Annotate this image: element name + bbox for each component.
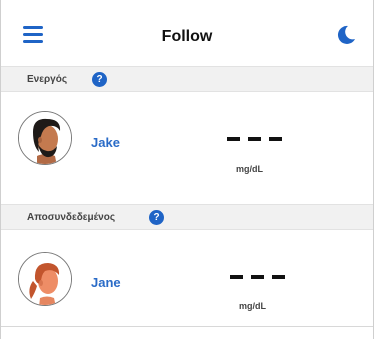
app-header: Follow	[1, 0, 373, 66]
glucose-value-empty	[230, 275, 286, 279]
avatar-jake	[18, 111, 72, 165]
glucose-value-empty	[227, 137, 283, 141]
follower-name: Jane	[91, 275, 121, 290]
avatar-jane	[18, 252, 72, 306]
help-icon[interactable]: ?	[92, 72, 107, 87]
section-label-active: Ενεργός	[27, 74, 68, 85]
glucose-unit: mg/dL	[239, 301, 266, 311]
divider	[1, 326, 373, 327]
follow-screen: Follow Ενεργός ? Jake mg/dL Αποσυνδεδεμέ…	[0, 0, 374, 339]
moon-icon[interactable]	[335, 24, 357, 46]
page-title: Follow	[161, 28, 213, 45]
follower-row-jake[interactable]: Jake mg/dL	[1, 92, 373, 180]
section-label-disconnected: Αποσυνδεδεμένος	[27, 212, 116, 223]
help-icon[interactable]: ?	[149, 210, 164, 225]
glucose-unit: mg/dL	[236, 164, 263, 174]
section-header-disconnected: Αποσυνδεδεμένος ?	[1, 204, 373, 230]
follower-row-jane[interactable]: Jane mg/dL	[1, 230, 373, 318]
follower-name: Jake	[91, 135, 120, 150]
section-header-active: Ενεργός ?	[1, 66, 373, 92]
